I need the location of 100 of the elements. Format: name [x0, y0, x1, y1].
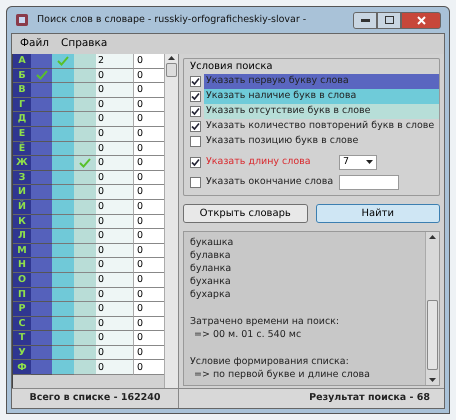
position-cell[interactable]: 0 — [133, 331, 164, 346]
letter-cell[interactable]: П — [13, 288, 31, 302]
presence-cell[interactable] — [52, 346, 74, 360]
absence-cell[interactable] — [74, 98, 96, 112]
repeats-cell[interactable]: 0 — [96, 214, 133, 230]
letter-cell[interactable]: Л — [13, 229, 31, 244]
first-letter-cell[interactable] — [31, 185, 52, 200]
first-letter-cell[interactable] — [31, 258, 52, 273]
position-cell[interactable]: 0 — [133, 54, 164, 69]
presence-cell[interactable] — [52, 98, 74, 112]
first-letter-cell[interactable] — [31, 214, 52, 230]
checkbox[interactable] — [190, 136, 201, 147]
presence-cell[interactable] — [52, 272, 74, 288]
menu-item[interactable]: Справка — [61, 36, 108, 52]
repeats-cell[interactable]: 0 — [96, 200, 133, 215]
letter-cell[interactable]: Г — [13, 98, 31, 112]
presence-cell[interactable] — [52, 142, 74, 156]
position-cell[interactable]: 0 — [133, 200, 164, 215]
position-cell[interactable]: 0 — [133, 229, 164, 244]
first-letter-cell[interactable] — [31, 302, 52, 317]
first-letter-cell[interactable] — [31, 200, 52, 215]
absence-cell[interactable] — [74, 331, 96, 346]
checkbox[interactable] — [190, 106, 201, 117]
absence-cell[interactable] — [74, 244, 96, 258]
absence-cell[interactable] — [74, 68, 96, 84]
presence-cell[interactable] — [52, 112, 74, 127]
repeats-cell[interactable]: 0 — [96, 83, 133, 98]
position-cell[interactable]: 0 — [133, 185, 164, 200]
checkbox[interactable] — [190, 91, 201, 102]
letter-cell[interactable]: М — [13, 244, 31, 258]
repeats-cell[interactable]: 2 — [96, 54, 133, 69]
position-cell[interactable]: 0 — [133, 244, 164, 258]
presence-cell[interactable] — [52, 244, 74, 258]
position-cell[interactable]: 0 — [133, 68, 164, 84]
letter-cell[interactable]: Ё — [13, 142, 31, 156]
absence-cell[interactable] — [74, 272, 96, 288]
absence-cell[interactable] — [74, 288, 96, 302]
presence-cell[interactable] — [52, 302, 74, 317]
absence-cell[interactable] — [74, 54, 96, 69]
condition-label[interactable]: Указать позицию букв в слове — [204, 134, 439, 149]
repeats-cell[interactable]: 0 — [96, 360, 133, 376]
first-letter-cell[interactable] — [31, 142, 52, 156]
first-letter-cell[interactable] — [31, 156, 52, 171]
letter-cell[interactable]: Е — [13, 126, 31, 142]
letter-cell[interactable]: И — [13, 185, 31, 200]
letter-cell[interactable]: У — [13, 346, 31, 360]
repeats-cell[interactable]: 0 — [96, 331, 133, 346]
first-letter-cell[interactable] — [31, 360, 52, 376]
presence-cell[interactable] — [52, 126, 74, 142]
first-letter-cell[interactable] — [31, 229, 52, 244]
first-letter-cell[interactable] — [31, 54, 52, 69]
first-letter-cell[interactable] — [31, 112, 52, 127]
repeats-cell[interactable]: 0 — [96, 229, 133, 244]
repeats-cell[interactable]: 0 — [96, 272, 133, 288]
position-cell[interactable]: 0 — [133, 126, 164, 142]
position-cell[interactable]: 0 — [133, 302, 164, 317]
presence-cell[interactable] — [52, 68, 74, 84]
presence-cell[interactable] — [52, 316, 74, 332]
position-cell[interactable]: 0 — [133, 170, 164, 186]
presence-cell[interactable] — [52, 360, 74, 376]
absence-cell[interactable] — [74, 302, 96, 317]
absence-cell[interactable] — [74, 112, 96, 127]
absence-cell[interactable] — [74, 83, 96, 98]
first-letter-cell[interactable] — [31, 346, 52, 360]
presence-cell[interactable] — [52, 288, 74, 302]
presence-cell[interactable] — [52, 200, 74, 215]
repeats-cell[interactable]: 0 — [96, 98, 133, 112]
letter-cell[interactable]: Р — [13, 302, 31, 317]
scroll-thumb[interactable] — [427, 300, 438, 370]
up-arrow-icon[interactable] — [429, 235, 436, 239]
position-cell[interactable]: 0 — [133, 258, 164, 273]
repeats-cell[interactable]: 0 — [96, 258, 133, 273]
condition-label[interactable]: Указать отсутствие букв в слове — [204, 104, 439, 119]
repeats-cell[interactable]: 0 — [96, 68, 133, 84]
maximize-button[interactable] — [377, 12, 401, 28]
letter-cell[interactable]: Д — [13, 112, 31, 127]
letter-cell[interactable]: Ф — [13, 360, 31, 376]
presence-cell[interactable] — [52, 156, 74, 171]
position-cell[interactable]: 0 — [133, 142, 164, 156]
letter-cell[interactable]: К — [13, 214, 31, 230]
scroll-thumb[interactable] — [166, 63, 177, 77]
repeats-cell[interactable]: 0 — [96, 316, 133, 332]
repeats-cell[interactable]: 0 — [96, 288, 133, 302]
presence-cell[interactable] — [52, 83, 74, 98]
repeats-cell[interactable]: 0 — [96, 156, 133, 171]
absence-cell[interactable] — [74, 346, 96, 360]
first-letter-cell[interactable] — [31, 170, 52, 186]
ending-field[interactable] — [339, 174, 399, 190]
dialog-button[interactable]: Открыть словарь — [183, 204, 308, 223]
position-cell[interactable]: 0 — [133, 272, 164, 288]
letter-cell[interactable]: А — [13, 54, 31, 69]
position-cell[interactable]: 0 — [133, 316, 164, 332]
presence-cell[interactable] — [52, 54, 74, 69]
absence-cell[interactable] — [74, 185, 96, 200]
letter-cell[interactable]: З — [13, 170, 31, 186]
absence-cell[interactable] — [74, 170, 96, 186]
absence-cell[interactable] — [74, 258, 96, 273]
first-letter-cell[interactable] — [31, 272, 52, 288]
absence-cell[interactable] — [74, 200, 96, 215]
first-letter-cell[interactable] — [31, 68, 52, 84]
